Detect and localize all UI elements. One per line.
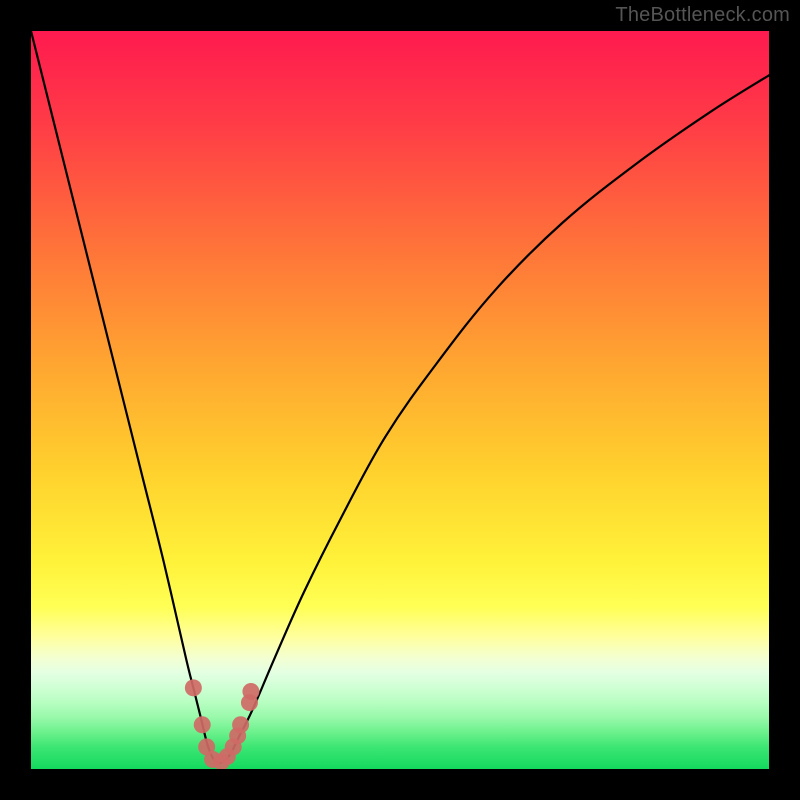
gradient-background bbox=[31, 31, 769, 769]
highlight-point bbox=[232, 716, 249, 733]
plot-area bbox=[31, 31, 769, 769]
highlight-point bbox=[185, 679, 202, 696]
chart-frame: TheBottleneck.com bbox=[0, 0, 800, 800]
watermark-text: TheBottleneck.com bbox=[615, 4, 790, 27]
highlight-point bbox=[194, 716, 211, 733]
chart-svg bbox=[31, 31, 769, 769]
highlight-point bbox=[242, 683, 259, 700]
